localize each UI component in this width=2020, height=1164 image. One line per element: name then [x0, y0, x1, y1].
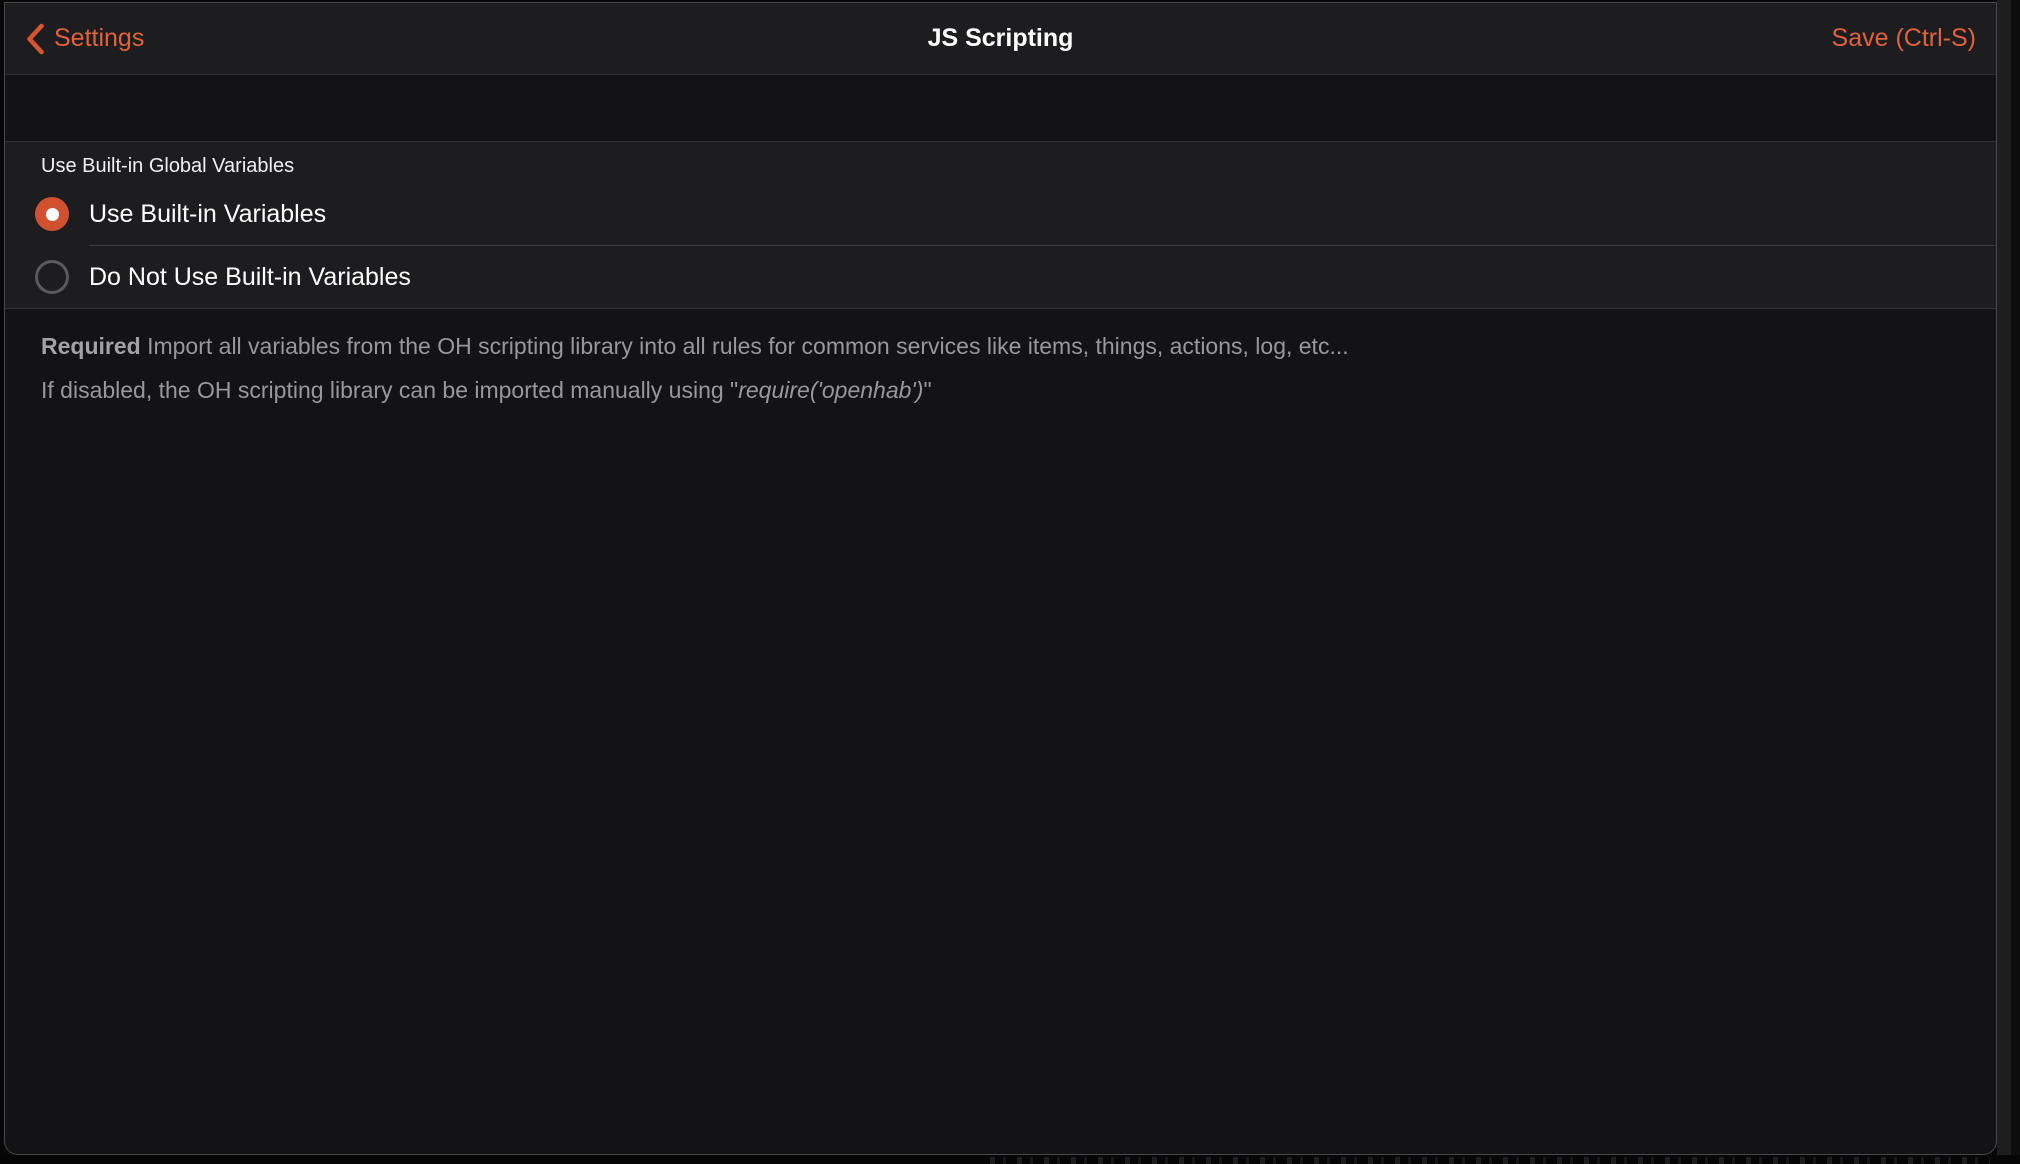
- radio-option-label: Do Not Use Built-in Variables: [89, 263, 411, 292]
- back-button[interactable]: Settings: [25, 23, 144, 55]
- description-line-2: If disabled, the OH scripting library ca…: [41, 368, 1956, 412]
- radio-selected-icon[interactable]: [35, 197, 69, 231]
- background-window-bottom-sliver: [0, 1155, 2020, 1164]
- radio-option-use-builtin[interactable]: Use Built-in Variables: [5, 183, 1996, 245]
- settings-window: Settings JS Scripting Save (Ctrl-S) Use …: [4, 2, 1997, 1155]
- navbar: Settings JS Scripting Save (Ctrl-S): [5, 3, 1996, 75]
- background-window-right-sliver: [1997, 0, 2020, 1164]
- config-parameter-block: Use Built-in Global Variables Use Built-…: [5, 141, 1996, 309]
- parameter-description: Required Import all variables from the O…: [5, 309, 1996, 412]
- description-line-1: Required Import all variables from the O…: [41, 324, 1956, 368]
- radio-option-label: Use Built-in Variables: [89, 200, 326, 229]
- description-line-2-close-quote: ": [923, 377, 931, 403]
- chevron-left-icon: [25, 23, 45, 55]
- description-line-2-text: If disabled, the OH scripting library ca…: [41, 377, 738, 403]
- background-terminal-text-artifact: [990, 1157, 1990, 1164]
- required-badge-text: Required: [41, 333, 141, 359]
- radio-unselected-icon[interactable]: [35, 260, 69, 294]
- back-button-label: Settings: [54, 26, 144, 51]
- description-code-snippet: require('openhab'): [738, 377, 923, 403]
- save-button[interactable]: Save (Ctrl-S): [1832, 26, 1976, 51]
- description-line-1-text: Import all variables from the OH scripti…: [141, 333, 1349, 359]
- parameter-label: Use Built-in Global Variables: [5, 142, 1996, 183]
- page-title: JS Scripting: [5, 24, 1996, 53]
- radio-dot: [46, 208, 59, 221]
- page-background-spacer: [5, 75, 1996, 141]
- radio-option-no-builtin[interactable]: Do Not Use Built-in Variables: [5, 246, 1996, 308]
- desktop: { "navbar": { "back_label": "Settings", …: [0, 0, 2020, 1164]
